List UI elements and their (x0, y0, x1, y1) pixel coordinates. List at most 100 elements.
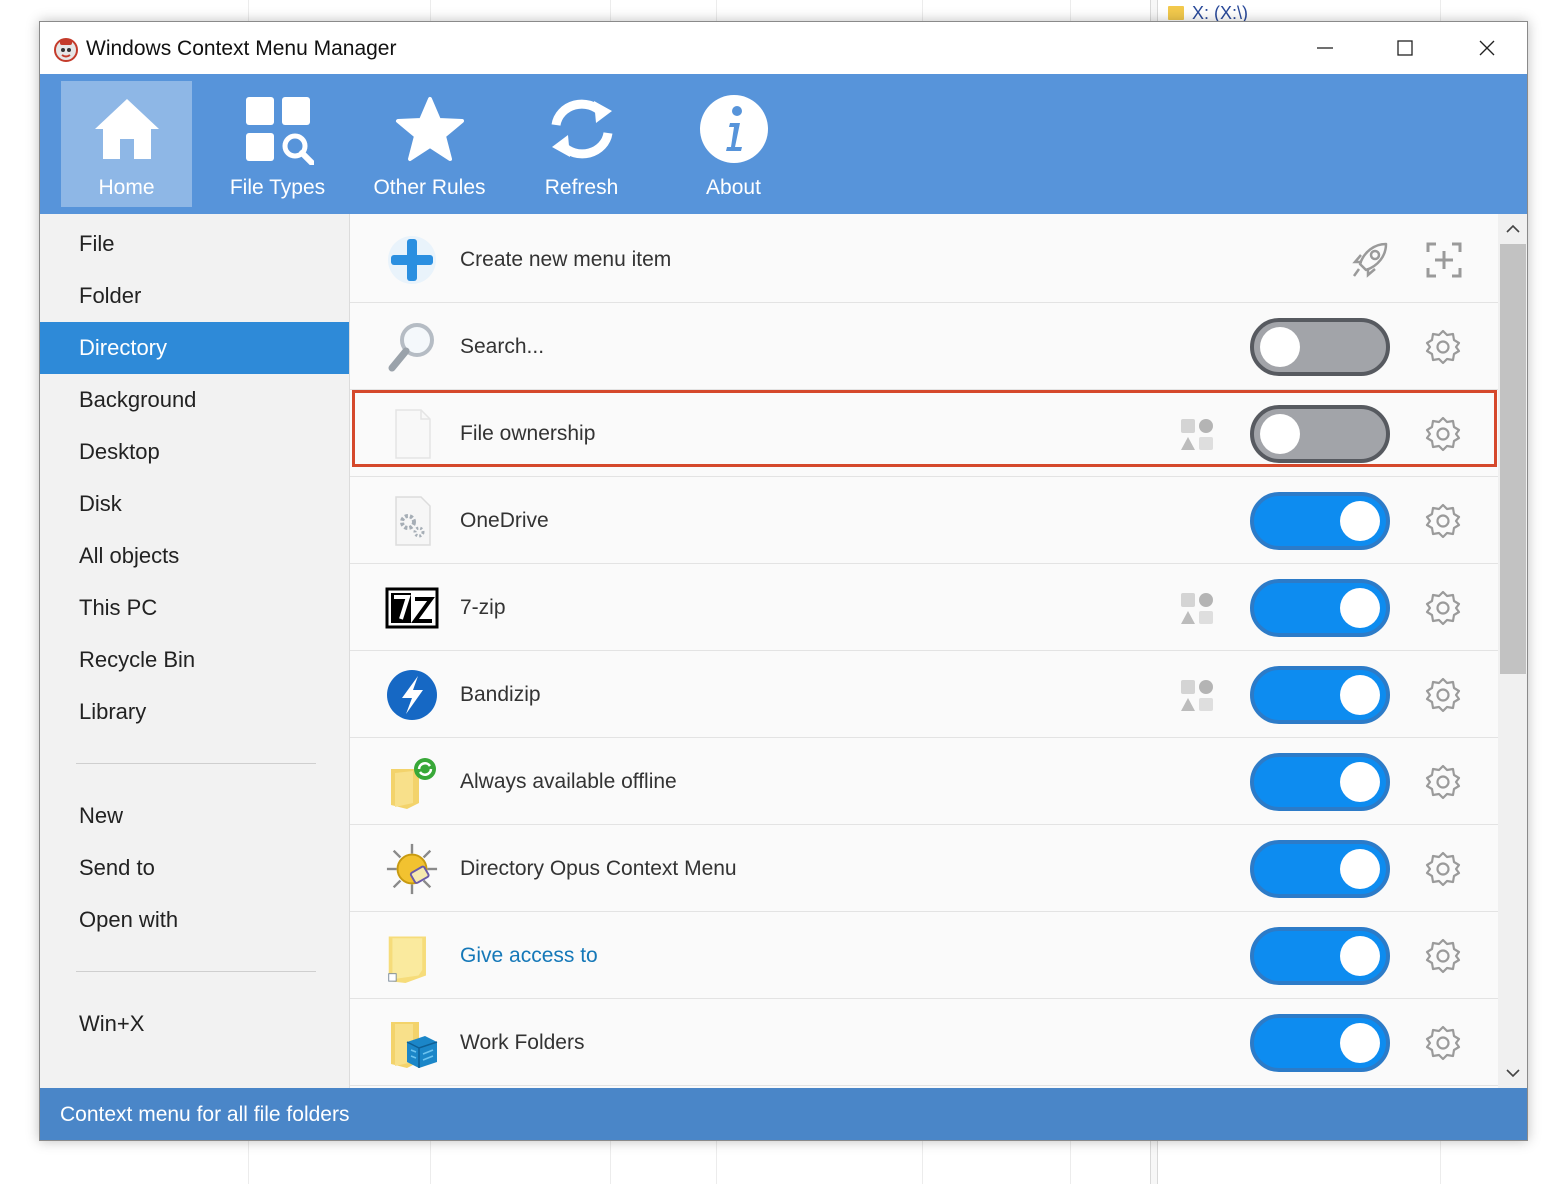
list-item-label: OneDrive (460, 509, 549, 532)
gear-icon[interactable] (1425, 590, 1461, 626)
toolbar-home-label: Home (98, 176, 155, 199)
toggle-knob (1340, 762, 1380, 802)
toggle-switch[interactable] (1250, 579, 1390, 637)
sidebar-item-background[interactable]: Background (40, 374, 349, 426)
gear-icon[interactable] (1425, 329, 1461, 365)
toggle-knob (1340, 936, 1380, 976)
toggle-knob (1340, 501, 1380, 541)
gear-icon[interactable] (1425, 416, 1461, 452)
toggle-knob (1340, 1023, 1380, 1063)
list-item-onedrive[interactable]: OneDrive (350, 477, 1498, 564)
sidebar-item-new[interactable]: New (40, 790, 349, 842)
list-item-label: File ownership (460, 422, 596, 445)
main-toolbar: Home File Types Other Rules Refresh Abou… (40, 74, 1527, 214)
sidebar-item-desktop[interactable]: Desktop (40, 426, 349, 478)
scroll-thumb[interactable] (1500, 244, 1526, 674)
window-title: Windows Context Menu Manager (86, 37, 397, 60)
close-button[interactable] (1447, 22, 1527, 74)
maximize-icon (1397, 40, 1413, 56)
drive-folder-icon (1168, 6, 1184, 20)
list-item-label: Work Folders (460, 1031, 585, 1054)
sidebar-item-file[interactable]: File (40, 218, 349, 270)
list-item-label: Directory Opus Context Menu (460, 857, 737, 880)
magnifier-icon (385, 320, 439, 374)
plus-icon (385, 233, 439, 287)
rocket-icon[interactable] (1350, 240, 1390, 280)
toolbar-home-button[interactable]: Home (61, 81, 192, 207)
bandizip-icon (385, 668, 439, 722)
sidebar-divider (76, 971, 316, 972)
status-bar: Context menu for all file folders (40, 1088, 1527, 1140)
sidebar-item-folder[interactable]: Folder (40, 270, 349, 322)
toggle-switch[interactable] (1250, 753, 1390, 811)
gear-icon[interactable] (1425, 503, 1461, 539)
toggle-switch[interactable] (1250, 927, 1390, 985)
sidebar-divider (76, 763, 316, 764)
add-item-icon[interactable] (1425, 241, 1463, 279)
app-logo-icon (54, 38, 78, 62)
toolbar-refresh-label: Refresh (544, 176, 619, 199)
gear-icon[interactable] (1425, 938, 1461, 974)
sidebar: File Folder Directory Background Desktop… (40, 214, 350, 1088)
toggle-switch[interactable] (1250, 318, 1390, 376)
list-item-create-new[interactable]: Create new menu item (350, 216, 1498, 303)
toggle-switch[interactable] (1250, 492, 1390, 550)
list-item-label: Search... (460, 335, 545, 358)
sidebar-item-this-pc[interactable]: This PC (40, 582, 349, 634)
gear-icon[interactable] (1425, 851, 1461, 887)
gear-file-icon (385, 494, 439, 548)
toggle-knob (1340, 675, 1380, 715)
toolbar-about-label: About (706, 176, 761, 199)
chevron-down-icon (1506, 1069, 1520, 1078)
title-bar[interactable]: Windows Context Menu Manager (40, 22, 1527, 74)
sidebar-item-library[interactable]: Library (40, 686, 349, 738)
scroll-up-button[interactable] (1498, 214, 1527, 244)
list-item-label: Always available offline (460, 770, 677, 793)
sidebar-item-send-to[interactable]: Send to (40, 842, 349, 894)
refresh-icon (551, 99, 612, 159)
sidebar-item-recycle-bin[interactable]: Recycle Bin (40, 634, 349, 686)
list-item-directory-opus[interactable]: Directory Opus Context Menu (350, 825, 1498, 912)
share-folder-icon (385, 929, 439, 983)
gear-icon[interactable] (1425, 1025, 1461, 1061)
scroll-down-button[interactable] (1498, 1058, 1527, 1088)
sidebar-item-directory[interactable]: Directory (40, 322, 349, 374)
list-item-label: Bandizip (460, 683, 541, 706)
toolbar-other-rules-button[interactable]: Other Rules (364, 81, 495, 207)
gear-icon[interactable] (1425, 764, 1461, 800)
toggle-switch[interactable] (1250, 1014, 1390, 1072)
toolbar-file-types-button[interactable]: File Types (212, 81, 343, 207)
list-item-always-available-offline[interactable]: Always available offline (350, 738, 1498, 825)
toggle-knob (1260, 414, 1300, 454)
list-item-give-access-to[interactable]: Give access to (350, 912, 1498, 999)
list-item-7zip[interactable]: 7-zip (350, 564, 1498, 651)
maximize-button[interactable] (1365, 22, 1445, 74)
list-item-file-ownership[interactable]: File ownership (350, 390, 1498, 477)
minimize-icon (1317, 47, 1333, 49)
sidebar-item-disk[interactable]: Disk (40, 478, 349, 530)
info-icon (699, 95, 768, 163)
toggle-knob (1340, 849, 1380, 889)
toolbar-about-button[interactable]: About (668, 81, 799, 207)
toggle-switch[interactable] (1250, 666, 1390, 724)
file-types-icon (245, 97, 314, 165)
blank-file-icon (385, 407, 439, 461)
vertical-scrollbar[interactable] (1498, 214, 1527, 1088)
close-icon (1479, 40, 1495, 56)
list-item-bandizip[interactable]: Bandizip (350, 651, 1498, 738)
toggle-switch[interactable] (1250, 405, 1390, 463)
list-item-search[interactable]: Search... (350, 303, 1498, 390)
gear-icon[interactable] (1425, 677, 1461, 713)
sidebar-item-open-with[interactable]: Open with (40, 894, 349, 946)
minimize-button[interactable] (1285, 22, 1365, 74)
sidebar-item-win-x[interactable]: Win+X (40, 998, 349, 1050)
home-icon (94, 99, 159, 159)
toolbar-refresh-button[interactable]: Refresh (516, 81, 647, 207)
toggle-knob (1340, 588, 1380, 628)
toolbar-file-types-label: File Types (229, 176, 326, 199)
sidebar-item-all-objects[interactable]: All objects (40, 530, 349, 582)
list-item-label: 7-zip (460, 596, 506, 619)
list-item-work-folders[interactable]: Work Folders (350, 999, 1498, 1086)
toggle-switch[interactable] (1250, 840, 1390, 898)
app-window: Windows Context Menu Manager Home File T… (39, 21, 1528, 1141)
